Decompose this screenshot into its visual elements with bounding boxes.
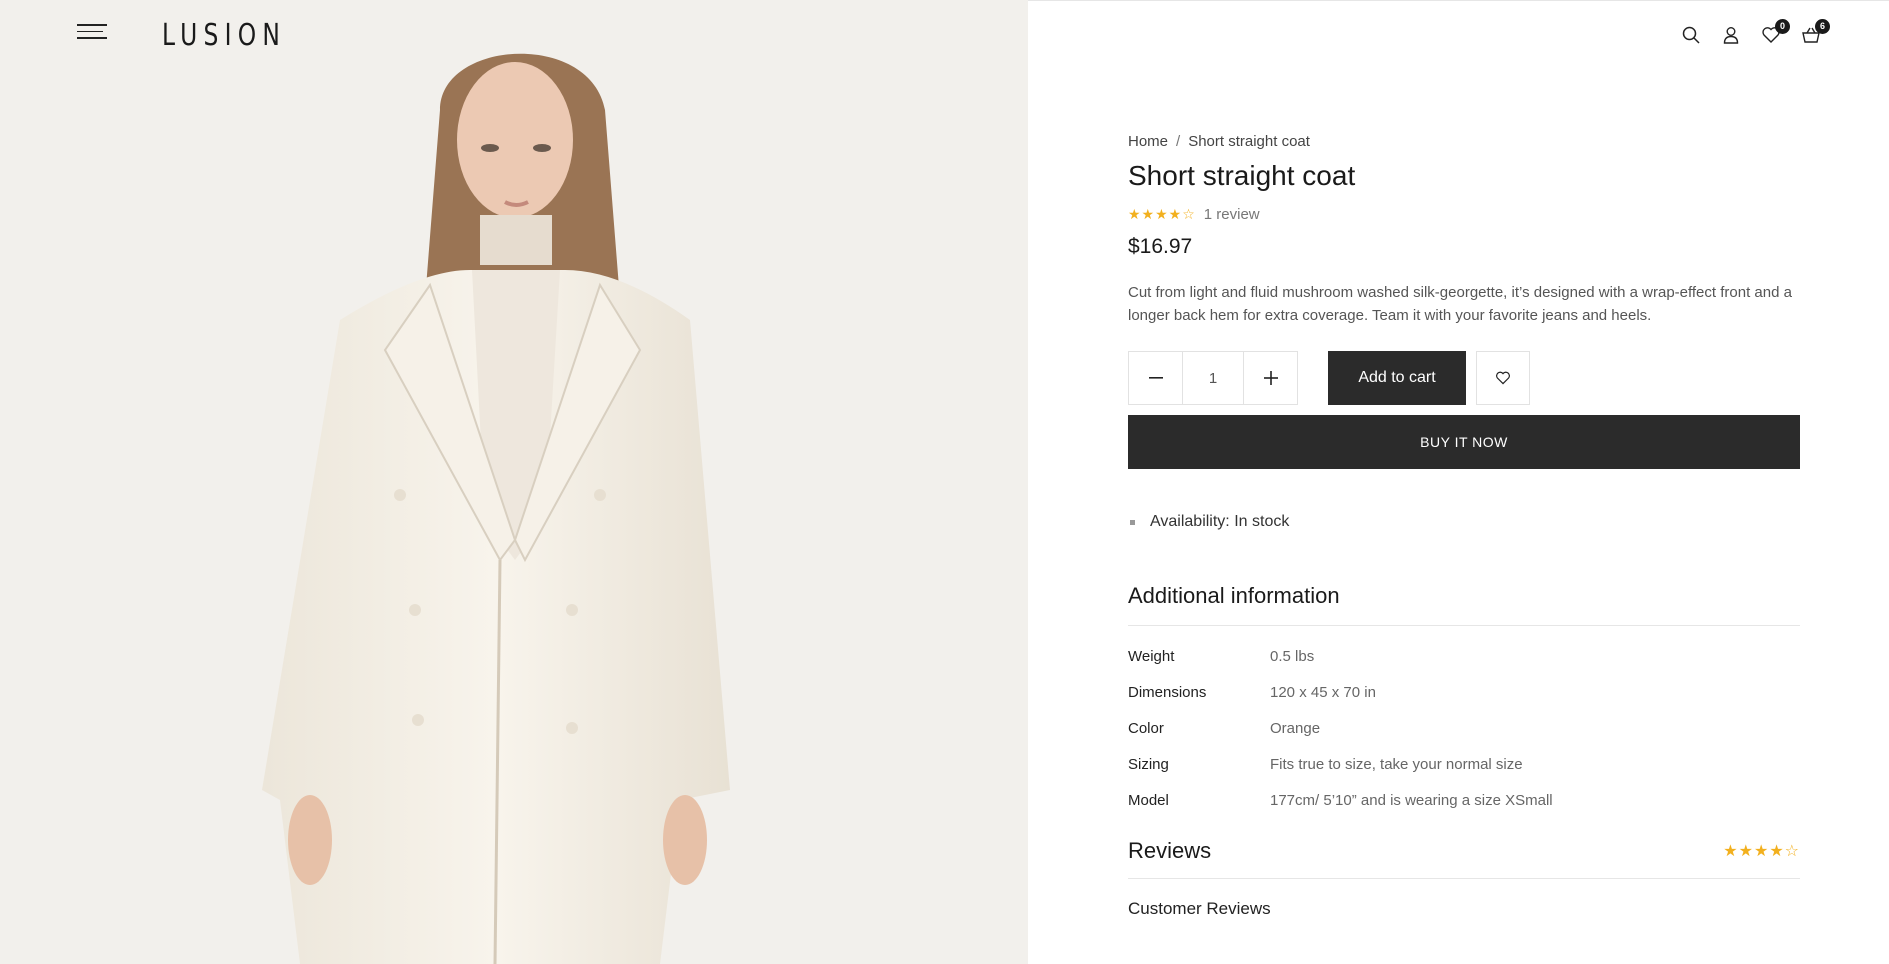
additional-information: Additional information Weight 0.5 lbs Di… xyxy=(1128,583,1800,818)
add-to-wishlist-button[interactable] xyxy=(1476,351,1530,405)
quantity-stepper xyxy=(1128,351,1298,405)
minus-icon xyxy=(1148,377,1163,379)
availability-value: In stock xyxy=(1234,513,1290,530)
cart-basket-icon[interactable]: 6 xyxy=(1801,19,1830,45)
site-logo[interactable]: LUSION xyxy=(162,18,286,53)
spec-row-color: Color Orange xyxy=(1128,710,1800,746)
wishlist-count-badge: 0 xyxy=(1775,19,1790,34)
product-price: $16.97 xyxy=(1128,235,1193,258)
spec-value: 120 x 45 x 70 in xyxy=(1270,683,1376,701)
spec-key: Color xyxy=(1128,719,1164,737)
spec-value: Orange xyxy=(1270,719,1321,737)
rating-stars-filled: ★★★★ xyxy=(1128,206,1183,222)
user-icon[interactable] xyxy=(1721,25,1741,45)
review-count-link[interactable]: 1 review xyxy=(1204,206,1260,223)
spec-value: 0.5 lbs xyxy=(1270,647,1315,665)
availability: Availability: In stock xyxy=(1128,513,1800,531)
coat-model-image xyxy=(0,0,1028,964)
spec-value: 177cm/ 5’10” and is wearing a size XSmal… xyxy=(1270,791,1553,809)
product-description: Cut from light and fluid mushroom washed… xyxy=(1128,284,1792,324)
quantity-increase-button[interactable] xyxy=(1244,352,1297,404)
bullet-icon xyxy=(1130,519,1135,525)
wishlist-heart-icon[interactable]: 0 xyxy=(1761,19,1790,45)
breadcrumb-home-link[interactable]: Home xyxy=(1128,133,1168,150)
quantity-input[interactable] xyxy=(1182,352,1244,404)
product-details-panel: 0 6 Home / Short straight coat Short str… xyxy=(1028,0,1889,964)
spec-key: Model xyxy=(1128,791,1169,809)
product-image: LUSION xyxy=(0,0,1028,964)
cart-count-badge: 6 xyxy=(1815,19,1830,34)
product-title: Short straight coat xyxy=(1128,160,1356,191)
customer-reviews-heading: Customer Reviews xyxy=(1128,899,1271,918)
rating-stars-empty: ☆ xyxy=(1182,206,1196,222)
plus-icon xyxy=(1263,371,1278,385)
rating-stars: ★★★★☆ xyxy=(1128,206,1196,223)
spec-row-model: Model 177cm/ 5’10” and is wearing a size… xyxy=(1128,782,1800,818)
breadcrumb-current: Short straight coat xyxy=(1188,133,1310,150)
add-to-cart-button[interactable]: Add to cart xyxy=(1328,351,1466,405)
spec-value: Fits true to size, take your normal size xyxy=(1270,755,1523,773)
breadcrumb-separator: / xyxy=(1176,133,1181,150)
spec-key: Weight xyxy=(1128,647,1175,665)
breadcrumb: Home / Short straight coat xyxy=(1128,133,1800,150)
spec-key: Dimensions xyxy=(1128,683,1207,701)
spec-key: Sizing xyxy=(1128,755,1169,773)
hamburger-menu-icon[interactable] xyxy=(77,24,107,42)
reviews-title: Reviews xyxy=(1128,838,1212,863)
header-icons: 0 6 xyxy=(1681,19,1830,45)
spec-row-weight: Weight 0.5 lbs xyxy=(1128,638,1800,674)
reviews-stars-empty: ☆ xyxy=(1784,843,1800,860)
additional-information-title: Additional information xyxy=(1128,583,1800,626)
spec-row-dimensions: Dimensions 120 x 45 x 70 in xyxy=(1128,674,1800,710)
reviews-header[interactable]: Reviews ★★★★☆ xyxy=(1128,838,1800,879)
add-to-cart-row: Add to cart xyxy=(1128,351,1800,405)
spec-row-sizing: Sizing Fits true to size, take your norm… xyxy=(1128,746,1800,782)
reviews-stars-filled: ★★★★ xyxy=(1723,843,1785,860)
heart-icon xyxy=(1496,371,1510,385)
product-rating: ★★★★☆ 1 review xyxy=(1128,206,1800,223)
product-info: Home / Short straight coat Short straigh… xyxy=(1128,133,1800,919)
spec-table: Weight 0.5 lbs Dimensions 120 x 45 x 70 … xyxy=(1128,638,1800,818)
search-icon[interactable] xyxy=(1681,25,1701,45)
buy-now-button[interactable]: BUY IT NOW xyxy=(1128,415,1800,469)
availability-label: Availability: xyxy=(1150,513,1230,530)
quantity-decrease-button[interactable] xyxy=(1129,352,1182,404)
reviews-rating-stars: ★★★★☆ xyxy=(1723,841,1800,861)
